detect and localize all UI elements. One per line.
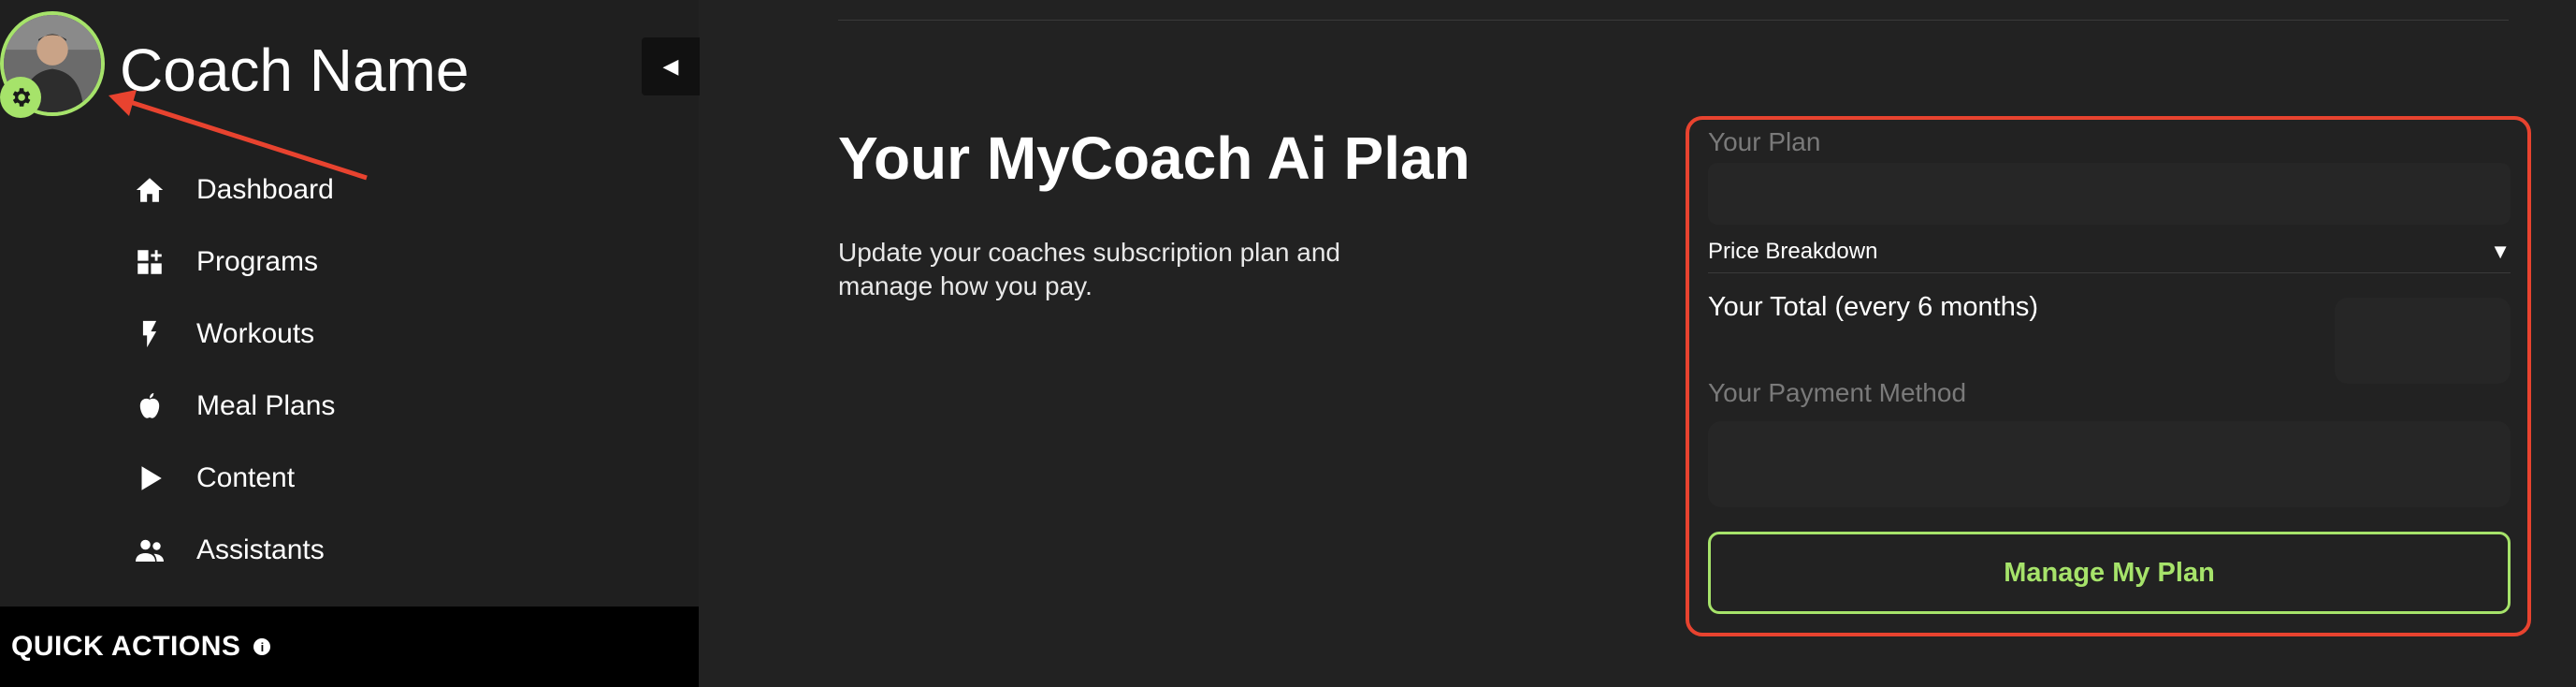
page-description: Update your coaches subscription plan an… — [838, 238, 1341, 300]
manage-plan-button[interactable]: Manage My Plan — [1708, 532, 2511, 614]
price-breakdown-toggle[interactable]: Price Breakdown ▼ — [1708, 230, 2511, 273]
dashboard-grid-icon — [129, 241, 170, 283]
sidebar-item-assistants[interactable]: Assistants — [129, 514, 335, 586]
caret-down-icon: ▼ — [2490, 239, 2511, 263]
lightning-bolt-icon — [129, 314, 170, 355]
apple-icon — [129, 386, 170, 427]
price-breakdown-label: Price Breakdown — [1708, 238, 1878, 264]
sidebar-item-label: Dashboard — [196, 173, 334, 205]
people-icon — [129, 530, 170, 571]
home-icon — [129, 169, 170, 211]
sidebar-item-programs[interactable]: Programs — [129, 226, 335, 298]
quick-actions-header[interactable]: QUICK ACTIONS i — [0, 607, 699, 687]
sidebar-item-workouts[interactable]: Workouts — [129, 298, 335, 370]
page-title: Your MyCoach Ai Plan — [838, 124, 1470, 192]
settings-gear-icon[interactable] — [0, 77, 41, 118]
your-plan-label: Your Plan — [1708, 127, 1821, 156]
payment-method-label: Your Payment Method — [1708, 378, 1967, 407]
plan-value-field — [1708, 163, 2511, 225]
sidebar-item-meal-plans[interactable]: Meal Plans — [129, 370, 335, 442]
quick-actions-label: QUICK ACTIONS — [11, 631, 241, 662]
sidebar-item-label: Content — [196, 461, 296, 493]
sidebar-item-label: Meal Plans — [196, 389, 336, 421]
sidebar-item-label: Assistants — [196, 534, 325, 565]
play-icon — [129, 458, 170, 499]
sidebar-item-label: Programs — [196, 245, 319, 277]
collapse-sidebar-button[interactable]: ◀ — [642, 37, 700, 95]
sidebar-item-content[interactable]: Content — [129, 442, 335, 514]
coach-name: Coach Name — [120, 37, 470, 104]
collapse-arrow-left-icon: ◀ — [662, 54, 679, 78]
sidebar-item-label: Workouts — [196, 317, 315, 349]
payment-method-field[interactable] — [1708, 421, 2511, 507]
sidebar: Coach Name ◀ Dashboard Programs Workouts… — [0, 0, 700, 687]
app-root: Coach Name ◀ Dashboard Programs Workouts… — [0, 0, 2576, 687]
plan-card: Your Plan Price Breakdown ▼ Your Total (… — [1686, 116, 2531, 636]
top-divider — [838, 20, 2509, 21]
total-label: Your Total (every 6 months) — [1708, 292, 2039, 322]
total-value-field — [2335, 298, 2511, 384]
sidebar-nav: Dashboard Programs Workouts Meal Plans C… — [129, 153, 335, 586]
info-icon[interactable]: i — [253, 638, 271, 655]
sidebar-item-dashboard[interactable]: Dashboard — [129, 153, 335, 226]
